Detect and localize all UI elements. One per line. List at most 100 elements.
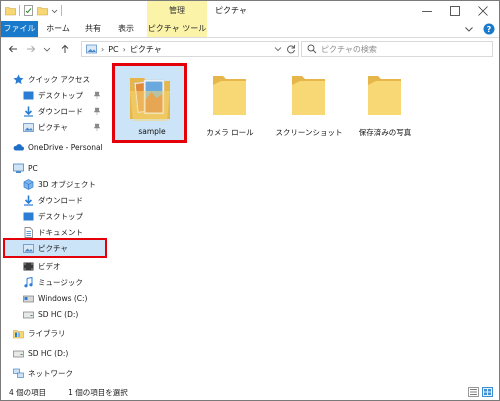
nav-item-libraries[interactable]: ライブラリ bbox=[13, 325, 66, 341]
nav-item-music[interactable]: ミュージック bbox=[23, 274, 83, 290]
nav-item-onedrive[interactable]: OneDrive - Personal bbox=[13, 139, 103, 155]
svg-text:?: ? bbox=[487, 25, 492, 34]
search-box[interactable] bbox=[301, 41, 493, 57]
item-count: 4 個の項目 bbox=[9, 387, 47, 397]
nav-item-label: SD HC (D:) bbox=[28, 348, 69, 358]
navigation-bar: › PC › ピクチャ bbox=[1, 38, 499, 60]
nav-item-videos[interactable]: ビデオ bbox=[23, 258, 61, 274]
pin-icon bbox=[93, 107, 101, 117]
tab-file[interactable]: ファイル bbox=[1, 21, 38, 37]
refresh-icon bbox=[287, 45, 295, 54]
back-button[interactable] bbox=[7, 42, 19, 56]
explorer-window: 管理 ピクチャ ファイル ホーム 共有 表示 ピクチャ ツール ? › PC ›… bbox=[0, 0, 500, 401]
tab-share[interactable]: 共有 bbox=[79, 21, 107, 37]
help-button[interactable]: ? bbox=[483, 23, 495, 35]
nav-item-sd-hc-d[interactable]: SD HC (D:) bbox=[23, 306, 78, 322]
nav-item-downloads[interactable]: ダウンロード bbox=[23, 192, 83, 208]
folder-icon[interactable] bbox=[5, 5, 16, 16]
nav-item-sd-card[interactable]: SD HC (D:) bbox=[13, 345, 68, 361]
close-button[interactable] bbox=[469, 1, 497, 21]
nav-item-label: PC bbox=[28, 163, 38, 173]
help-icon: ? bbox=[483, 23, 495, 35]
breadcrumb-pictures[interactable]: ピクチャ bbox=[130, 44, 162, 55]
refresh-button[interactable] bbox=[286, 42, 296, 56]
address-history-button[interactable] bbox=[274, 42, 282, 56]
library-icon bbox=[13, 328, 24, 339]
file-list: sample カメラ ロール スクリーンショット 保存済みの写真 bbox=[112, 63, 499, 381]
nav-item-pictures-quick[interactable]: ピクチャ bbox=[23, 119, 68, 135]
nav-item-this-pc[interactable]: PC bbox=[13, 160, 38, 176]
details-view-button[interactable] bbox=[468, 387, 479, 397]
large-icons-view-icon bbox=[484, 389, 491, 395]
close-icon bbox=[478, 6, 488, 16]
nav-item-label: ドキュメント bbox=[38, 227, 83, 237]
drive-icon bbox=[23, 309, 34, 320]
arrow-right-icon bbox=[27, 45, 36, 53]
toolbar-divider bbox=[19, 5, 20, 16]
photo-folder-icon bbox=[130, 78, 170, 121]
tab-picture-tools[interactable]: ピクチャ ツール bbox=[147, 21, 207, 37]
nav-item-label: クイック アクセス bbox=[28, 74, 91, 84]
folder-icon bbox=[213, 76, 246, 115]
forward-button[interactable] bbox=[25, 42, 37, 56]
download-icon bbox=[23, 106, 34, 117]
nav-item-desktop[interactable]: デスクトップ bbox=[23, 208, 83, 224]
selection-count: 1 個の項目を選択 bbox=[68, 387, 128, 397]
search-input[interactable] bbox=[321, 44, 481, 54]
arrow-up-icon bbox=[61, 44, 69, 53]
window-title: ピクチャ bbox=[215, 6, 247, 15]
video-icon bbox=[23, 261, 34, 272]
folder-tile-saved-pictures[interactable]: 保存済みの写真 bbox=[347, 66, 423, 142]
folder-tile-label: カメラ ロール bbox=[206, 128, 254, 137]
nav-item-network[interactable]: ネットワーク bbox=[13, 365, 73, 381]
drive-icon bbox=[23, 293, 34, 304]
nav-item-label: ダウンロード bbox=[38, 195, 83, 205]
customize-toolbar-icon[interactable] bbox=[51, 5, 58, 16]
nav-item-label: ビデオ bbox=[38, 261, 61, 271]
address-bar[interactable]: › PC › ピクチャ bbox=[81, 41, 299, 57]
new-folder-icon[interactable] bbox=[37, 5, 48, 16]
cloud-icon bbox=[13, 142, 24, 153]
minimize-icon bbox=[422, 11, 432, 12]
desktop-icon bbox=[23, 90, 34, 101]
up-button[interactable] bbox=[59, 42, 71, 56]
nav-item-quick-access[interactable]: クイック アクセス bbox=[13, 71, 90, 87]
maximize-icon bbox=[450, 6, 460, 16]
tab-home[interactable]: ホーム bbox=[41, 21, 75, 37]
nav-item-label: ピクチャ bbox=[38, 122, 68, 132]
maximize-button[interactable] bbox=[441, 1, 469, 21]
properties-icon[interactable] bbox=[23, 5, 34, 16]
computer-icon bbox=[13, 163, 24, 174]
expand-ribbon-button[interactable] bbox=[464, 23, 474, 35]
nav-item-label: デスクトップ bbox=[38, 211, 83, 221]
pictures-icon bbox=[23, 243, 34, 254]
music-note-icon bbox=[23, 276, 34, 288]
nav-item-downloads-quick[interactable]: ダウンロード bbox=[23, 103, 83, 119]
navigation-pane: クイック アクセス デスクトップ ダウンロード ピクチャ OneDrive - … bbox=[1, 63, 118, 381]
breadcrumb-separator: › bbox=[122, 44, 126, 54]
recent-locations-button[interactable] bbox=[43, 42, 51, 56]
folder-tile-label: 保存済みの写真 bbox=[358, 128, 412, 137]
status-bar: 4 個の項目 1 個の項目を選択 bbox=[1, 384, 499, 400]
folder-tile-label: スクリーンショット bbox=[275, 128, 343, 137]
minimize-button[interactable] bbox=[413, 1, 441, 21]
nav-item-windows-c[interactable]: Windows (C:) bbox=[23, 290, 87, 306]
pin-icon bbox=[93, 123, 101, 133]
nav-item-desktop-quick[interactable]: デスクトップ bbox=[23, 87, 83, 103]
search-icon bbox=[307, 44, 317, 54]
breadcrumb-pc[interactable]: PC bbox=[108, 45, 118, 54]
nav-item-3d-objects[interactable]: 3D オブジェクト bbox=[23, 176, 96, 192]
chevron-down-icon bbox=[465, 27, 473, 32]
quick-access-toolbar bbox=[5, 5, 62, 16]
large-icons-view-button[interactable] bbox=[482, 387, 493, 397]
folder-tile-camera-roll[interactable]: カメラ ロール bbox=[195, 66, 265, 142]
contextual-tab-header: 管理 bbox=[147, 1, 207, 21]
document-icon bbox=[23, 226, 34, 238]
pictures-folder-icon bbox=[86, 44, 97, 54]
tab-view[interactable]: 表示 bbox=[111, 21, 141, 37]
folder-tile-screenshots[interactable]: スクリーンショット bbox=[271, 66, 347, 142]
folder-tile-sample[interactable]: sample bbox=[112, 63, 187, 143]
folder-icon bbox=[368, 76, 401, 115]
nav-item-pictures[interactable]: ピクチャ bbox=[3, 238, 107, 258]
download-icon bbox=[23, 195, 34, 206]
